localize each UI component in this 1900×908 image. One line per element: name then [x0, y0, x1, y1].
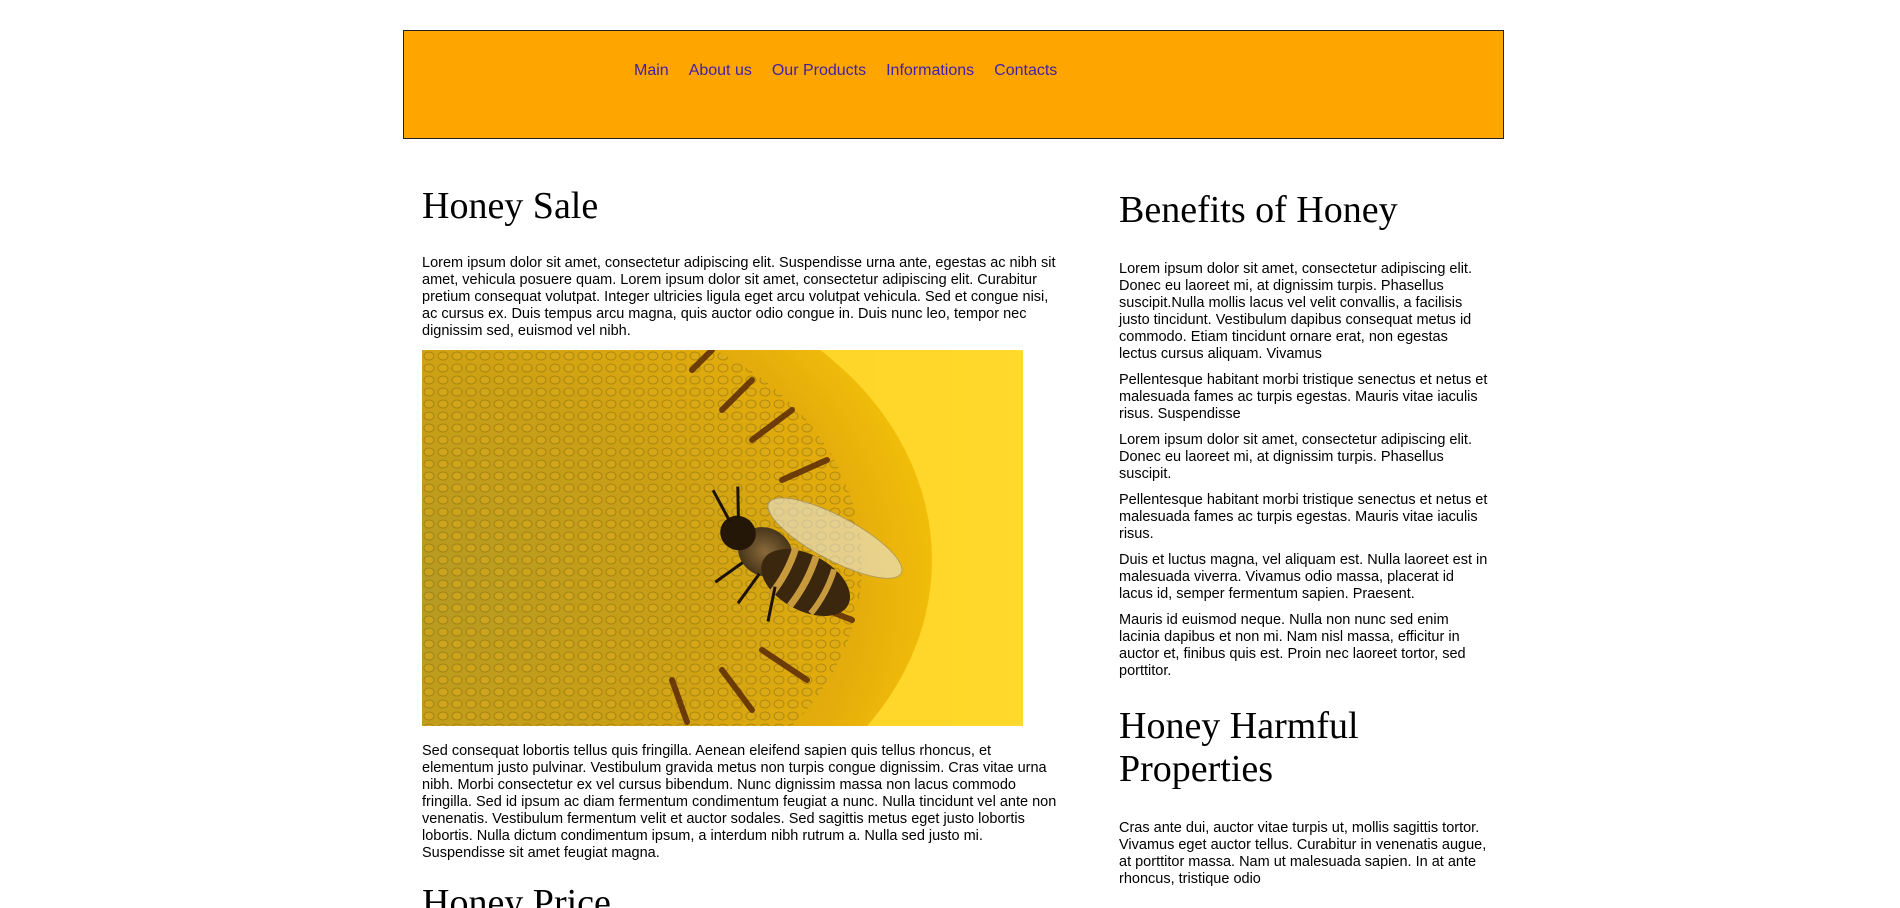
- nav-item-informations: Informations: [886, 62, 974, 80]
- benefits-heading: Benefits of Honey: [1119, 189, 1398, 231]
- site-header: Main About us Our Products Informations …: [403, 30, 1504, 139]
- benefits-paragraph: Lorem ipsum dolor sit amet, consectetur …: [1119, 432, 1472, 482]
- bee-on-sunflower-image: [422, 350, 1023, 726]
- nav-link-our-products[interactable]: Our Products: [772, 62, 866, 79]
- benefits-paragraph: Duis et luctus magna, vel aliquam est. N…: [1119, 552, 1488, 602]
- intro-paragraph: Lorem ipsum dolor sit amet, consectetur …: [422, 255, 1056, 339]
- main-nav: Main About us Our Products Informations …: [634, 62, 1057, 80]
- benefits-paragraph: Lorem ipsum dolor sit amet, consectetur …: [1119, 261, 1472, 362]
- harmful-properties-paragraph: Cras ante dui, auctor vitae turpis ut, m…: [1119, 820, 1487, 887]
- nav-link-contacts[interactable]: Contacts: [994, 62, 1057, 79]
- benefits-paragraph: Pellentesque habitant morbi tristique se…: [1119, 372, 1488, 422]
- nav-link-main[interactable]: Main: [634, 62, 669, 79]
- nav-item-contacts: Contacts: [994, 62, 1057, 80]
- harmful-properties-heading: Honey Harmful Properties: [1119, 705, 1359, 790]
- nav-item-main: Main: [634, 62, 669, 80]
- main-content: Honey Sale Lorem ipsum dolor sit amet, c…: [422, 170, 1062, 908]
- sidebar: Benefits of Honey Lorem ipsum dolor sit …: [1119, 170, 1489, 897]
- benefits-paragraph: Mauris id euismod neque. Nulla non nunc …: [1119, 612, 1466, 679]
- page: Main About us Our Products Informations …: [0, 0, 1900, 908]
- honey-price-heading: Honey Price: [422, 882, 611, 908]
- nav-link-informations[interactable]: Informations: [886, 62, 974, 79]
- description-paragraph: Sed consequat lobortis tellus quis fring…: [422, 743, 1057, 861]
- nav-item-products: Our Products: [772, 62, 866, 80]
- nav-link-about-us[interactable]: About us: [689, 62, 752, 79]
- honey-sale-heading: Honey Sale: [422, 185, 599, 227]
- benefits-paragraph: Pellentesque habitant morbi tristique se…: [1119, 492, 1488, 542]
- nav-item-about: About us: [689, 62, 752, 80]
